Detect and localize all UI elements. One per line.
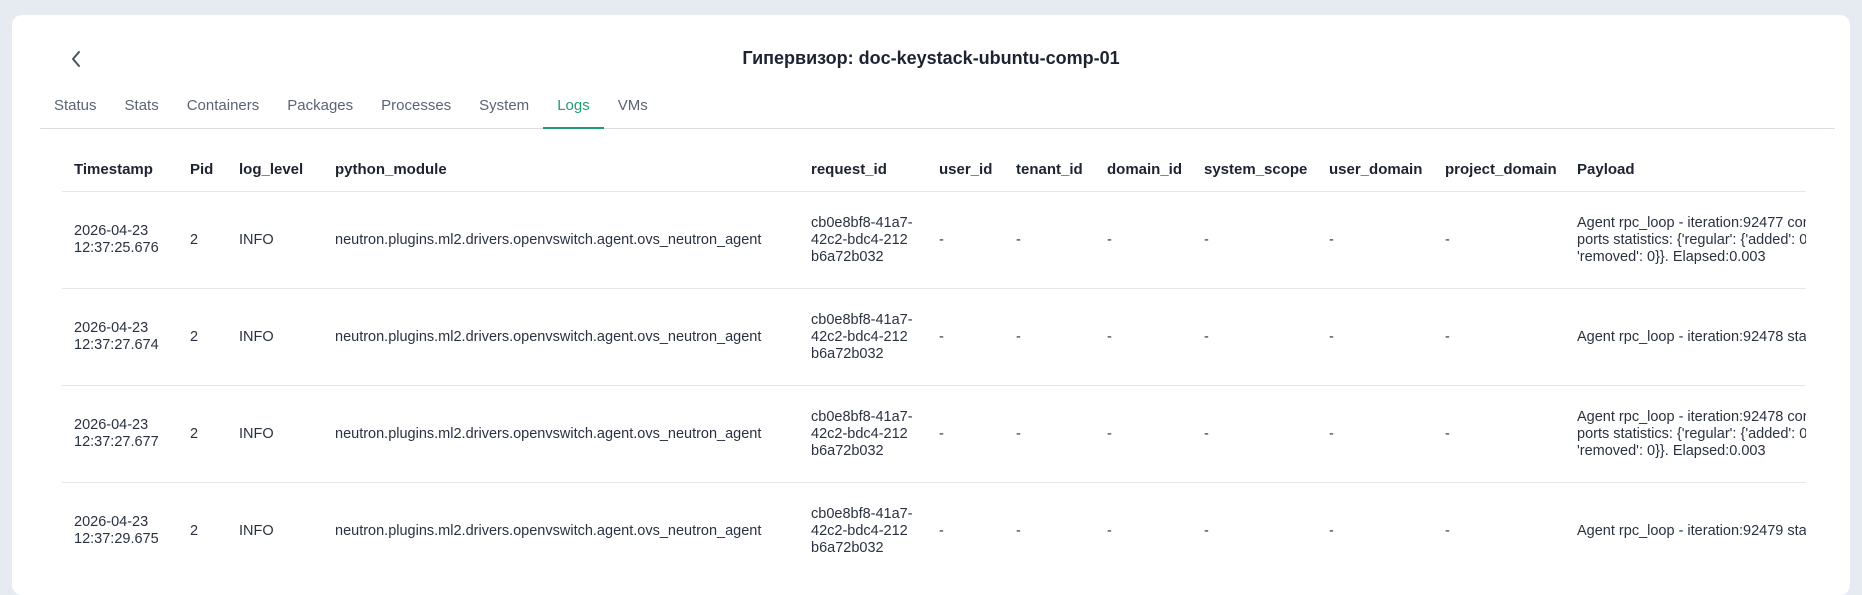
table-header-row: Timestamp Pid log_level python_module re… bbox=[62, 148, 1806, 192]
cell-log-level: INFO bbox=[227, 191, 323, 289]
cell-system-scope: - bbox=[1192, 482, 1317, 579]
tab-bar: Status Stats Containers Packages Process… bbox=[40, 87, 1835, 129]
cell-request-id: cb0e8bf8-41a7-42c2-bdc4-212b6a72b032 bbox=[799, 288, 927, 386]
page-title: Гипервизор: doc-keystack-ubuntu-comp-01 bbox=[742, 48, 1120, 68]
column-header-python-module[interactable]: python_module bbox=[323, 148, 799, 192]
cell-tenant-id: - bbox=[1004, 482, 1095, 579]
cell-timestamp: 2026-04-23 12:37:29.675 bbox=[62, 482, 178, 579]
table-row[interactable]: 2026-04-23 12:37:27.677 2 INFO neutron.p… bbox=[62, 385, 1806, 483]
tab-processes[interactable]: Processes bbox=[367, 87, 465, 128]
cell-pid: 2 bbox=[178, 385, 227, 483]
cell-request-id: cb0e8bf8-41a7-42c2-bdc4-212b6a72b032 bbox=[799, 191, 927, 289]
cell-user-id: - bbox=[927, 288, 1004, 386]
cell-domain-id: - bbox=[1095, 482, 1192, 579]
cell-project-domain: - bbox=[1433, 385, 1565, 483]
column-header-request-id[interactable]: request_id bbox=[799, 148, 927, 192]
cell-payload: Agent rpc_loop - iteration:92477 complet… bbox=[1565, 191, 1806, 289]
cell-user-domain: - bbox=[1317, 482, 1433, 579]
column-header-user-id[interactable]: user_id bbox=[927, 148, 1004, 192]
logs-table-container[interactable]: Timestamp Pid log_level python_module re… bbox=[62, 148, 1806, 579]
cell-tenant-id: - bbox=[1004, 191, 1095, 289]
cell-timestamp: 2026-04-23 12:37:27.674 bbox=[62, 288, 178, 386]
column-header-payload[interactable]: Payload bbox=[1565, 148, 1806, 192]
cell-user-domain: - bbox=[1317, 385, 1433, 483]
cell-request-id: cb0e8bf8-41a7-42c2-bdc4-212b6a72b032 bbox=[799, 482, 927, 579]
column-header-domain-id[interactable]: domain_id bbox=[1095, 148, 1192, 192]
cell-project-domain: - bbox=[1433, 288, 1565, 386]
cell-system-scope: - bbox=[1192, 385, 1317, 483]
cell-user-id: - bbox=[927, 482, 1004, 579]
column-header-tenant-id[interactable]: tenant_id bbox=[1004, 148, 1095, 192]
column-header-project-domain[interactable]: project_domain bbox=[1433, 148, 1565, 192]
cell-user-id: - bbox=[927, 385, 1004, 483]
cell-log-level: INFO bbox=[227, 385, 323, 483]
cell-tenant-id: - bbox=[1004, 288, 1095, 386]
tab-containers[interactable]: Containers bbox=[173, 87, 274, 128]
cell-user-id: - bbox=[927, 191, 1004, 289]
cell-python-module: neutron.plugins.ml2.drivers.openvswitch.… bbox=[323, 191, 799, 289]
cell-pid: 2 bbox=[178, 191, 227, 289]
cell-system-scope: - bbox=[1192, 288, 1317, 386]
cell-domain-id: - bbox=[1095, 288, 1192, 386]
column-header-timestamp[interactable]: Timestamp bbox=[62, 148, 178, 192]
table-row[interactable]: 2026-04-23 12:37:27.674 2 INFO neutron.p… bbox=[62, 288, 1806, 386]
cell-python-module: neutron.plugins.ml2.drivers.openvswitch.… bbox=[323, 482, 799, 579]
cell-payload: Agent rpc_loop - iteration:92478 started bbox=[1565, 288, 1806, 386]
tab-vms[interactable]: VMs bbox=[604, 87, 662, 128]
cell-log-level: INFO bbox=[227, 482, 323, 579]
cell-timestamp: 2026-04-23 12:37:27.677 bbox=[62, 385, 178, 483]
cell-project-domain: - bbox=[1433, 191, 1565, 289]
cell-python-module: neutron.plugins.ml2.drivers.openvswitch.… bbox=[323, 288, 799, 386]
tab-system[interactable]: System bbox=[465, 87, 543, 128]
column-header-system-scope[interactable]: system_scope bbox=[1192, 148, 1317, 192]
tab-logs[interactable]: Logs bbox=[543, 87, 604, 129]
table-row[interactable]: 2026-04-23 12:37:29.675 2 INFO neutron.p… bbox=[62, 482, 1806, 579]
cell-tenant-id: - bbox=[1004, 385, 1095, 483]
cell-timestamp: 2026-04-23 12:37:25.676 bbox=[62, 191, 178, 289]
tab-stats[interactable]: Stats bbox=[111, 87, 173, 128]
cell-system-scope: - bbox=[1192, 191, 1317, 289]
tab-status[interactable]: Status bbox=[40, 87, 111, 128]
cell-payload: Agent rpc_loop - iteration:92479 started bbox=[1565, 482, 1806, 579]
cell-domain-id: - bbox=[1095, 385, 1192, 483]
cell-python-module: neutron.plugins.ml2.drivers.openvswitch.… bbox=[323, 385, 799, 483]
logs-table: Timestamp Pid log_level python_module re… bbox=[62, 148, 1806, 579]
cell-log-level: INFO bbox=[227, 288, 323, 386]
cell-user-domain: - bbox=[1317, 191, 1433, 289]
column-header-pid[interactable]: Pid bbox=[178, 148, 227, 192]
cell-domain-id: - bbox=[1095, 191, 1192, 289]
tab-packages[interactable]: Packages bbox=[273, 87, 367, 128]
cell-user-domain: - bbox=[1317, 288, 1433, 386]
cell-request-id: cb0e8bf8-41a7-42c2-bdc4-212b6a72b032 bbox=[799, 385, 927, 483]
cell-pid: 2 bbox=[178, 482, 227, 579]
column-header-user-domain[interactable]: user_domain bbox=[1317, 148, 1433, 192]
column-header-log-level[interactable]: log_level bbox=[227, 148, 323, 192]
cell-payload: Agent rpc_loop - iteration:92478 complet… bbox=[1565, 385, 1806, 483]
cell-pid: 2 bbox=[178, 288, 227, 386]
table-row[interactable]: 2026-04-23 12:37:25.676 2 INFO neutron.p… bbox=[62, 191, 1806, 289]
cell-project-domain: - bbox=[1433, 482, 1565, 579]
